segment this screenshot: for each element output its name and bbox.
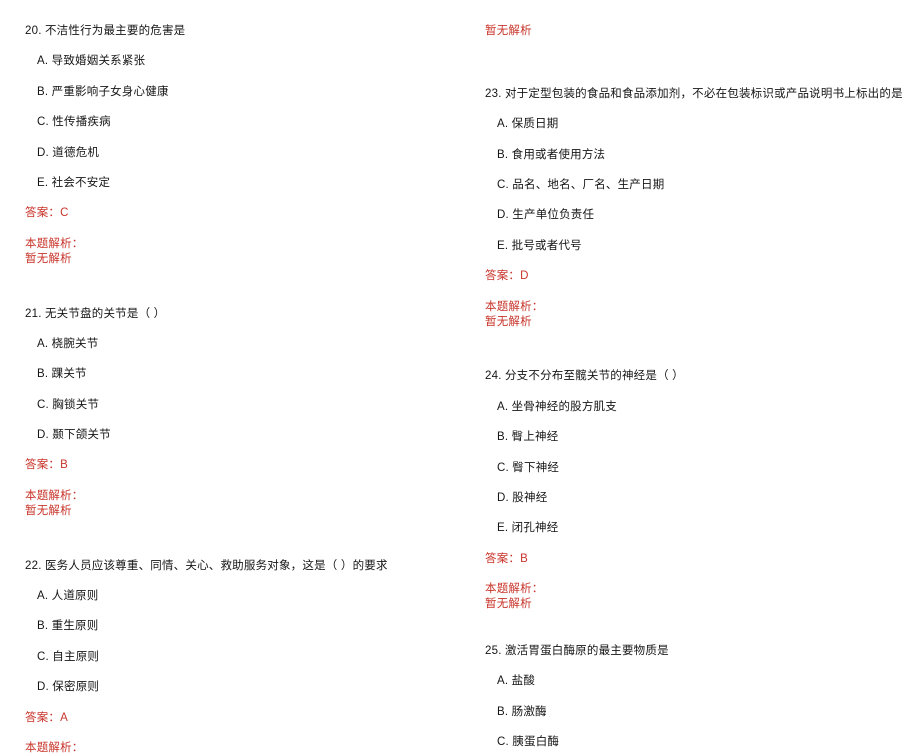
question-option[interactable]: C. 臀下神经 [485,461,902,475]
question-option[interactable]: D. 颞下颌关节 [25,428,442,442]
question-stem: 21. 无关节盘的关节是（ ） [25,307,166,320]
question-option[interactable]: D. 股神经 [485,491,902,505]
question-option[interactable]: B. 重生原则 [25,619,442,633]
explanation-label: 本题解析： [25,741,84,754]
question-option[interactable]: C. 胸锁关节 [25,398,442,412]
question-option[interactable]: D. 道德危机 [25,146,442,160]
question-option[interactable]: C. 胰蛋白酶 [485,735,902,749]
answer-text: 答案：B [25,459,68,472]
question-stem: 22. 医务人员应该尊重、同情、关心、救助服务对象，这是（ ）的要求 [25,559,388,572]
question-option[interactable]: C. 品名、地名、厂名、生产日期 [485,178,902,192]
question-stem: 23. 对于定型包装的食品和食品添加剂，不必在包装标识或产品说明书上标出的是 [485,87,903,100]
answer-text: 答案：B [485,552,528,565]
question-option[interactable]: B. 严重影响子女身心健康 [25,85,442,99]
exam-page: 20. 不洁性行为最主要的危害是 A. 导致婚姻关系紧张 B. 严重影响子女身心… [0,0,920,754]
question-option[interactable]: E. 闭孔神经 [485,521,902,535]
question-stem: 24. 分支不分布至髋关节的神经是（ ） [485,370,684,383]
question-stem: 25. 激活胃蛋白酶原的最主要物质是 [485,644,669,657]
right-column: 暂无解析 23. 对于定型包装的食品和食品添加剂，不必在包装标识或产品说明书上标… [460,0,920,748]
explanation-body: 暂无解析 [25,504,72,517]
question-block: 22. 医务人员应该尊重、同情、关心、救助服务对象，这是（ ）的要求 A. 人道… [25,559,442,756]
answer-text: 答案：D [485,270,529,283]
question-option[interactable]: E. 社会不安定 [25,176,442,190]
question-option[interactable]: B. 食用或者使用方法 [485,148,902,162]
question-option[interactable]: A. 盐酸 [485,674,902,688]
question-option[interactable]: D. 保密原则 [25,680,442,694]
continued-explanation-body: 暂无解析 [485,25,532,37]
question-stem: 20. 不洁性行为最主要的危害是 [25,25,186,37]
two-column-layout: 20. 不洁性行为最主要的危害是 A. 导致婚姻关系紧张 B. 严重影响子女身心… [0,0,920,754]
question-option[interactable]: B. 臀上神经 [485,430,902,444]
question-option[interactable]: A. 坐骨神经的股方肌支 [485,400,902,414]
question-block: 25. 激活胃蛋白酶原的最主要物质是 A. 盐酸 B. 肠激酶 C. 胰蛋白酶 [485,644,902,750]
left-column: 20. 不洁性行为最主要的危害是 A. 导致婚姻关系紧张 B. 严重影响子女身心… [0,0,460,754]
question-block: 20. 不洁性行为最主要的危害是 A. 导致婚姻关系紧张 B. 严重影响子女身心… [25,24,442,267]
question-option[interactable]: C. 性传播疾病 [25,115,442,129]
question-option[interactable]: A. 保质日期 [485,117,902,131]
question-option[interactable]: C. 自主原则 [25,650,442,664]
question-option[interactable]: A. 人道原则 [25,589,442,603]
question-option[interactable]: B. 肠激酶 [485,705,902,719]
question-block: 21. 无关节盘的关节是（ ） A. 桡腕关节 B. 踝关节 C. 胸锁关节 D… [25,307,442,519]
question-block: 23. 对于定型包装的食品和食品添加剂，不必在包装标识或产品说明书上标出的是 A… [485,87,903,330]
answer-text: 答案：C [25,207,69,220]
question-option[interactable]: A. 导致婚姻关系紧张 [25,54,442,68]
explanation-body: 暂无解析 [25,252,72,265]
explanation-body: 暂无解析 [485,598,532,610]
explanation-label: 本题解析： [25,237,84,250]
question-block: 24. 分支不分布至髋关节的神经是（ ） A. 坐骨神经的股方肌支 B. 臀上神… [485,369,902,612]
question-option[interactable]: B. 踝关节 [25,367,442,381]
explanation-label: 本题解析： [25,489,84,502]
question-option[interactable]: A. 桡腕关节 [25,337,442,351]
explanation-label: 本题解析： [485,300,544,313]
explanation-body: 暂无解析 [485,315,532,328]
explanation-label: 本题解析： [485,583,544,596]
question-option[interactable]: D. 生产单位负责任 [485,208,902,222]
answer-text: 答案：A [25,711,68,724]
question-option[interactable]: E. 批号或者代号 [485,239,902,253]
